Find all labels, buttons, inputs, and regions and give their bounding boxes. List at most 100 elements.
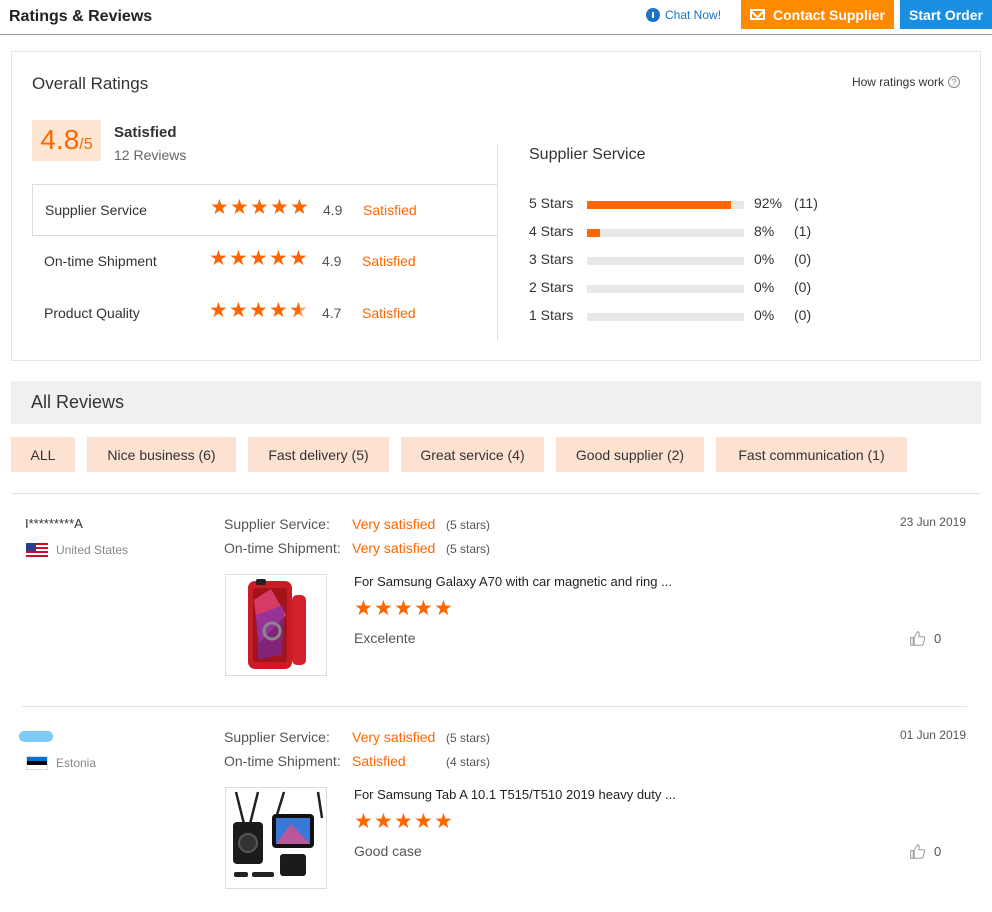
distribution-count: (0) (794, 251, 812, 267)
rating-stars: ★ ★ ★ ★ ★ (210, 196, 309, 219)
rating-value: 4.9 (323, 202, 343, 218)
product-thumbnail[interactable] (225, 787, 327, 889)
reviewer-name-redacted (19, 731, 53, 742)
rating-text: Satisfied (362, 253, 416, 269)
reviewer-name: I*********A (25, 516, 83, 531)
rating-text: Satisfied (362, 305, 416, 321)
top-header: Ratings & Reviews Chat Now! Contact Supp… (0, 0, 992, 35)
filter-good-supplier[interactable]: Good supplier (2) (556, 437, 704, 472)
like-count: 0 (934, 631, 942, 646)
star-icon: ★ (209, 247, 228, 270)
distribution-bar-fill (587, 201, 732, 209)
star-icon: ★ (354, 810, 373, 833)
distribution-bar (587, 229, 744, 237)
shipment-rating-line: On-time Shipment: Satisfied (4 stars) (224, 753, 490, 769)
distribution-percent: 92% (754, 195, 783, 211)
star-icon: ★ (289, 299, 308, 322)
star-distribution-row: 5 Stars 92% (11) (529, 193, 969, 213)
distribution-bar-fill (587, 229, 600, 237)
filter-fast-communication[interactable]: Fast communication (1) (716, 437, 907, 472)
rating-row-supplier-service[interactable]: Supplier Service ★ ★ ★ ★ ★ 4.9 Satisfied (32, 184, 498, 236)
shipment-label: On-time Shipment: (224, 540, 341, 556)
star-level-label: 2 Stars (529, 279, 574, 295)
distribution-count: (0) (794, 307, 812, 323)
shipment-stars: (5 stars) (446, 542, 491, 556)
distribution-percent: 0% (754, 307, 775, 323)
help-icon: ? (948, 76, 960, 88)
star-distribution-row: 3 Stars 0% (0) (529, 249, 969, 269)
reviewer-country: United States (56, 543, 129, 557)
overall-ratings-panel: Overall Ratings How ratings work ? 4.8 /… (11, 51, 981, 361)
star-level-label: 1 Stars (529, 307, 574, 323)
reviews-count: 12 Reviews (114, 147, 187, 163)
overall-ratings-title: Overall Ratings (32, 74, 149, 93)
rating-text: Satisfied (363, 202, 417, 218)
contact-supplier-button[interactable]: Contact Supplier (741, 0, 894, 29)
shipment-status: Very satisfied (352, 540, 436, 556)
distribution-count: (1) (794, 223, 812, 239)
overall-score-max: /5 (79, 136, 93, 153)
rating-row-product-quality[interactable]: Product Quality ★ ★ ★ ★ ★ 4.7 Satisfied (32, 288, 498, 340)
distribution-percent: 0% (754, 279, 775, 295)
filter-great-service[interactable]: Great service (4) (401, 437, 544, 472)
filter-nice-business[interactable]: Nice business (6) (87, 437, 236, 472)
product-title[interactable]: For Samsung Galaxy A70 with car magnetic… (354, 574, 672, 589)
product-title[interactable]: For Samsung Tab A 10.1 T515/T510 2019 he… (354, 787, 676, 802)
service-status: Very satisfied (352, 729, 436, 745)
star-icon: ★ (414, 810, 433, 833)
star-icon: ★ (250, 196, 269, 219)
page-title: Ratings & Reviews (9, 8, 153, 25)
all-reviews-header: All Reviews (11, 381, 981, 424)
service-status: Very satisfied (352, 516, 436, 532)
star-icon: ★ (210, 196, 229, 219)
review-item: I*********A United States Supplier Servi… (11, 494, 971, 706)
contact-supplier-label: Contact Supplier (772, 6, 885, 23)
distribution-bar (587, 201, 744, 209)
vertical-divider (497, 144, 498, 340)
star-icon: ★ (229, 247, 248, 270)
star-icon: ★ (290, 196, 309, 219)
review-text: Excelente (354, 630, 416, 646)
service-stars: (5 stars) (446, 518, 491, 532)
overall-score-badge: 4.8 /5 (32, 120, 101, 161)
distribution-count: (11) (794, 195, 818, 211)
rating-label: Supplier Service (45, 202, 147, 218)
all-reviews-title: All Reviews (31, 392, 125, 412)
filter-all[interactable]: ALL (11, 437, 75, 472)
distribution-count: (0) (794, 279, 812, 295)
rating-label: Product Quality (44, 305, 140, 321)
rating-row-on-time-shipment[interactable]: On-time Shipment ★ ★ ★ ★ ★ 4.9 Satisfied (32, 236, 498, 288)
overall-score: 4.8 (40, 124, 80, 155)
distribution-bar (587, 313, 744, 321)
shipment-stars: (4 stars) (446, 755, 491, 769)
like-button[interactable]: 0 (909, 843, 941, 860)
mail-icon (749, 9, 765, 20)
start-order-button[interactable]: Start Order (900, 0, 992, 29)
star-icon: ★ (269, 247, 288, 270)
product-thumbnail[interactable] (225, 574, 327, 676)
chat-now-link[interactable]: Chat Now! (646, 8, 721, 22)
star-level-label: 3 Stars (529, 251, 574, 267)
service-stars: (5 stars) (446, 731, 491, 745)
star-icon: ★ (230, 196, 249, 219)
review-date: 23 Jun 2019 (899, 515, 966, 529)
how-ratings-work-label: How ratings work (851, 75, 944, 89)
review-stars: ★ ★ ★ ★ ★ (354, 810, 453, 833)
star-icon: ★ (270, 196, 289, 219)
like-button[interactable]: 0 (909, 630, 941, 647)
star-icon: ★ (414, 597, 433, 620)
star-icon: ★ (209, 299, 228, 322)
filter-fast-delivery[interactable]: Fast delivery (5) (248, 437, 389, 472)
chat-icon (646, 8, 660, 22)
how-ratings-work-link[interactable]: How ratings work ? (852, 75, 960, 89)
chat-now-label: Chat Now! (665, 8, 722, 22)
thumbs-up-icon (910, 844, 926, 859)
rating-value: 4.9 (322, 253, 342, 269)
rating-stars: ★ ★ ★ ★ ★ (209, 299, 308, 322)
review-text: Good case (354, 843, 422, 859)
phone-case-image (248, 579, 306, 669)
service-rating-line: Supplier Service: Very satisfied (5 star… (224, 729, 490, 745)
star-icon: ★ (394, 810, 413, 833)
reviewer-country: Estonia (56, 756, 97, 770)
star-icon: ★ (229, 299, 248, 322)
